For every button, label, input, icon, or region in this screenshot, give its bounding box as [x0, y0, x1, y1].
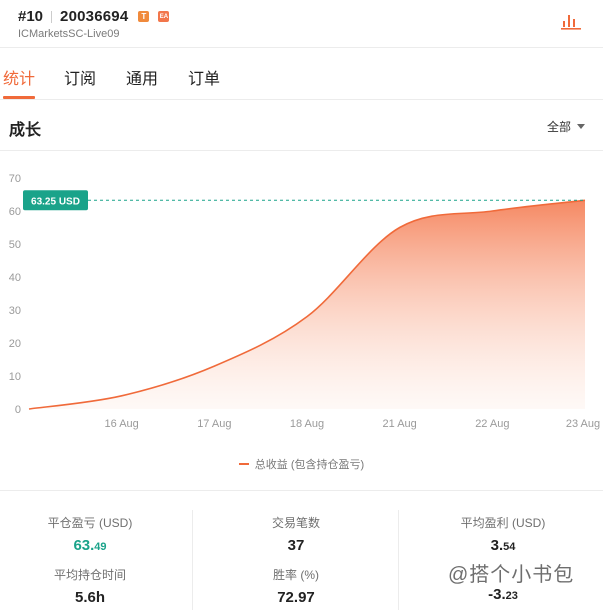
growth-area	[29, 200, 585, 409]
stat-label: 平均持仓时间	[53, 568, 126, 582]
stat-value: 72.97	[277, 589, 315, 606]
stat-label: 交易笔数	[271, 516, 320, 530]
range-filter-label: 全部	[546, 120, 571, 134]
stat-label: 平均盈利 (USD)	[460, 516, 546, 530]
legend-swatch	[238, 463, 249, 465]
tab-general[interactable]: 通用	[126, 65, 158, 89]
x-tick-label: 23 Aug	[566, 418, 600, 430]
stat-avg-profit: 平均盈利 (USD) 3.54	[408, 514, 598, 554]
server-name: ICMarketsSC-Live09	[18, 28, 120, 40]
stat-value: -3.23	[488, 586, 518, 603]
y-tick-label: 50	[9, 239, 21, 251]
y-tick-label: 40	[9, 272, 21, 284]
watermark: @搭个小书包	[448, 564, 575, 586]
chevron-down-icon	[577, 124, 585, 129]
tab-orders[interactable]: 订单	[188, 65, 220, 89]
y-tick-label: 10	[9, 371, 21, 383]
tab-statistics[interactable]: 统计	[3, 65, 35, 89]
growth-chart: 0 10 20 30 40 50 60 70 16 Aug 17 Aug 18 Aug 21 Aug…	[9, 173, 600, 430]
tab-subscribe[interactable]: 订阅	[64, 65, 96, 89]
chart-legend[interactable]: 总收益 (包含持仓盈亏)	[0, 456, 603, 472]
trader-badge-icon: T	[138, 11, 150, 22]
x-tick-label: 17 Aug	[197, 418, 231, 430]
x-tick-label: 21 Aug	[383, 418, 417, 430]
y-tick-label: 60	[9, 206, 21, 218]
x-tick-label: 16 Aug	[105, 418, 139, 430]
y-tick-label: 20	[9, 338, 21, 350]
legend-label: 总收益 (包含持仓盈亏)	[254, 459, 365, 471]
stats-grid: 平仓盈亏 (USD) 63.49 交易笔数 37 平均盈利 (USD) 3.54…	[0, 500, 603, 610]
bar-chart-icon[interactable]	[561, 12, 581, 30]
stat-label: 胜率 (%)	[273, 568, 319, 582]
x-tick-label: 18 Aug	[290, 418, 324, 430]
stat-avg-hold-time: 平均持仓时间 5.6h	[0, 566, 185, 606]
y-tick-label: 30	[9, 305, 21, 317]
section-divider	[0, 150, 603, 151]
current-value-text: 63.25 USD	[31, 196, 80, 207]
stat-value: 37	[287, 537, 305, 554]
stats-divider	[0, 490, 603, 491]
stat-value: 5.6h	[74, 589, 105, 606]
tab-bar: 统计 订阅 通用 订单	[0, 48, 603, 100]
active-tab-indicator	[3, 96, 35, 99]
account-title-row: #10 20036694 T EA	[18, 8, 170, 25]
range-filter-dropdown[interactable]: 全部	[547, 118, 585, 135]
current-value-label: 63.25 USD	[23, 190, 88, 211]
stat-win-rate: 胜率 (%) 72.97	[201, 566, 391, 606]
stat-closed-pl: 平仓盈亏 (USD) 63.49	[0, 514, 185, 554]
account-rank: #10	[18, 8, 44, 25]
section-title: 成长	[9, 122, 42, 139]
y-tick-label: 70	[9, 173, 21, 185]
column-separator	[398, 510, 399, 610]
x-tick-label: 22 Aug	[475, 418, 509, 430]
stat-value: 3.54	[490, 537, 516, 554]
account-header: #10 20036694 T EA ICMarketsSC-Live09	[0, 0, 603, 48]
account-id: 20036694	[60, 8, 129, 25]
stat-value: 63.49	[73, 537, 107, 554]
y-tick-label: 0	[15, 404, 21, 416]
column-separator	[192, 510, 193, 610]
title-separator	[51, 10, 53, 23]
stat-label: 平仓盈亏 (USD)	[47, 516, 133, 530]
ea-badge-icon: EA	[158, 11, 170, 22]
stat-trade-count: 交易笔数 37	[201, 514, 391, 554]
